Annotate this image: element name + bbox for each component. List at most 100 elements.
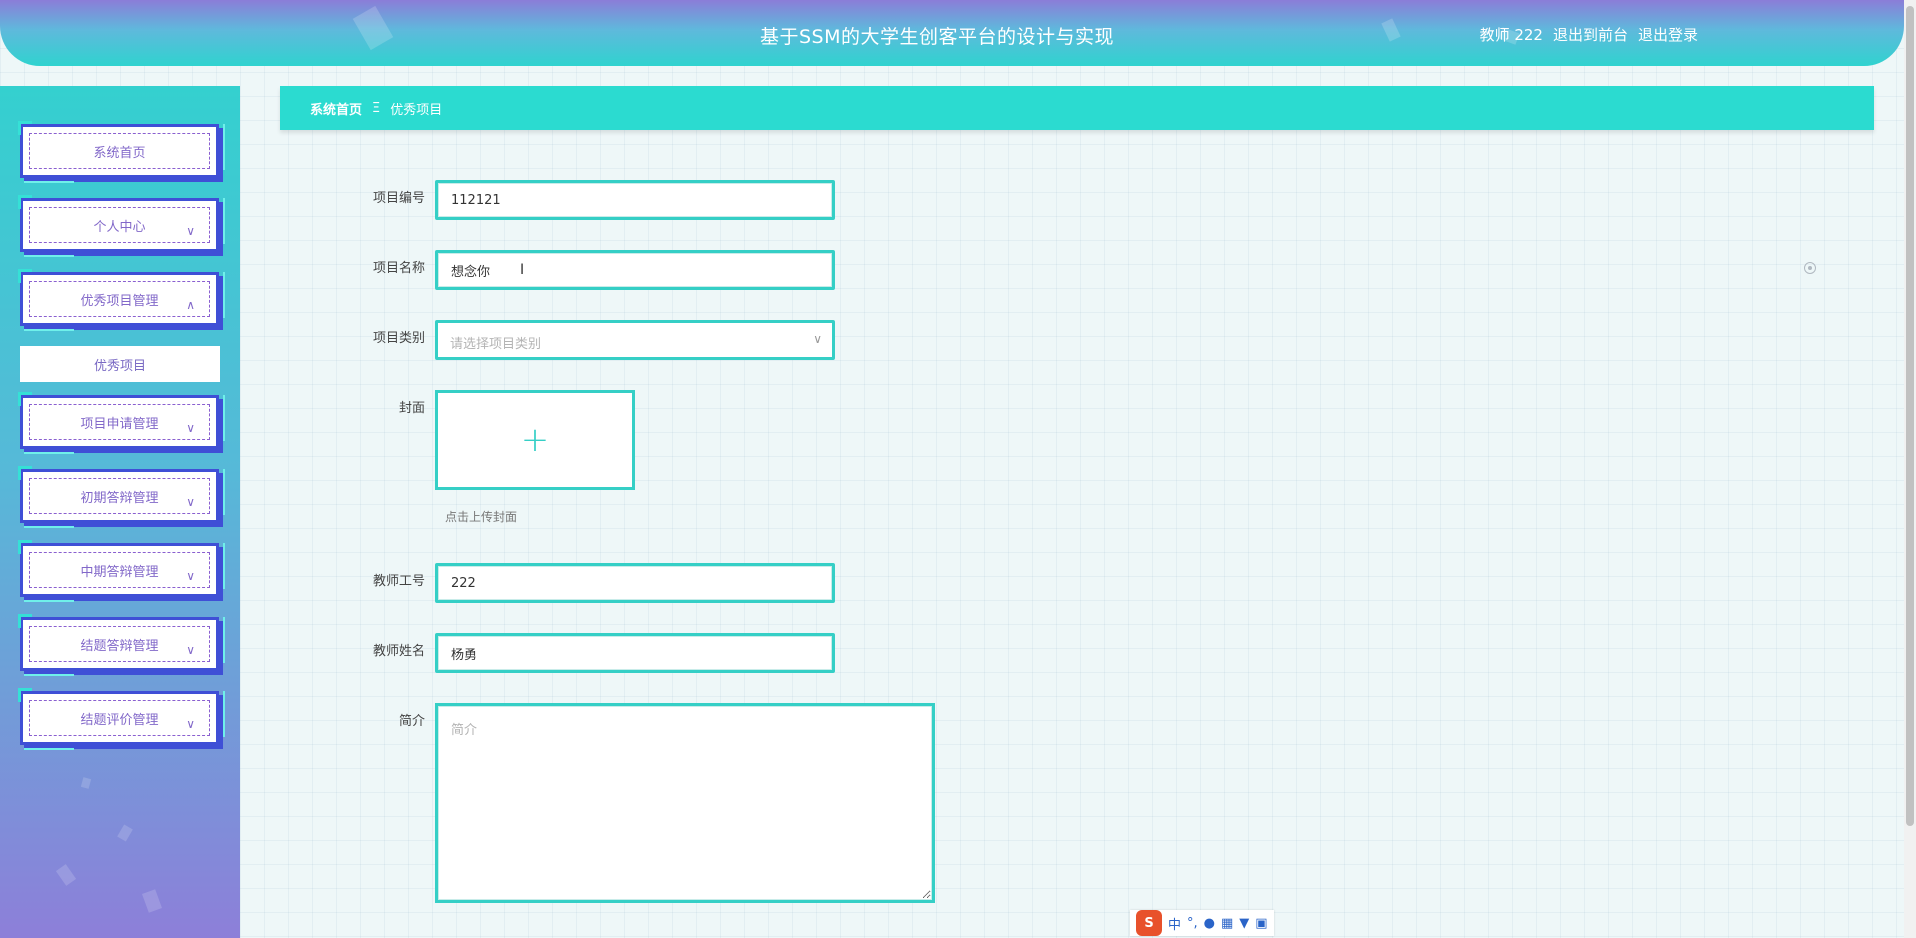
field-wrapper [435, 563, 835, 603]
form-row-teacher-no: 教师工号 [330, 563, 835, 603]
app-title: 基于SSM的大学生创客平台的设计与实现 [760, 26, 1115, 48]
line-decor [219, 469, 225, 515]
field-label: 项目编号 [372, 191, 425, 206]
ime-punctuation-toggle[interactable]: °, [1187, 916, 1198, 931]
field-label: 封面 [398, 401, 425, 416]
sidebar-item-project-application-mgmt[interactable]: 项目申请管理 ∨ [18, 392, 225, 455]
form-row-teacher-name: 教师姓名 [330, 633, 835, 673]
sidebar-item-label: 个人中心 [93, 219, 146, 235]
sidebar-item-label: 结题评价管理 [80, 712, 159, 728]
field-wrapper [435, 633, 835, 673]
sidebar-item-label: 中期答辩管理 [80, 564, 159, 580]
field-label: 教师工号 [372, 574, 425, 589]
sidebar-item-final-evaluation-mgmt[interactable]: 结题评价管理 ∨ [18, 688, 225, 751]
form-row-intro: 简介 [330, 703, 935, 903]
breadcrumb-home-link[interactable]: 系统首页 [310, 99, 362, 118]
microphone-icon[interactable]: ● [1204, 916, 1215, 931]
sidebar-item-personal-center[interactable]: 个人中心 ∨ [18, 195, 225, 258]
decor-shape [55, 864, 77, 886]
sidebar-item-final-defense-mgmt[interactable]: 结题答辩管理 ∨ [18, 614, 225, 677]
menu-inner: 个人中心 ∨ [29, 207, 210, 243]
teacher-name-input[interactable] [438, 636, 832, 670]
keyboard-icon[interactable]: ▦ [1221, 916, 1233, 931]
line-decor [24, 328, 74, 331]
menu-inner: 结题评价管理 ∨ [29, 700, 210, 736]
teacher-no-input[interactable] [438, 566, 832, 600]
sidebar-item-initial-defense-mgmt[interactable]: 初期答辩管理 ∨ [18, 466, 225, 529]
chevron-down-icon: ∨ [186, 569, 195, 583]
chevron-down-icon: ∨ [186, 717, 195, 731]
skin-icon[interactable]: ▼ [1239, 916, 1249, 931]
line-decor [24, 525, 74, 528]
menu-inner: 项目申请管理 ∨ [29, 404, 210, 440]
sidebar-item-label: 系统首页 [93, 145, 146, 161]
submenu-item-excellent-project[interactable]: 优秀项目 [20, 346, 220, 382]
field-label: 项目类别 [372, 331, 425, 346]
line-decor [24, 254, 74, 257]
menu-frame: 结题评价管理 ∨ [20, 691, 219, 745]
line-decor [219, 395, 225, 441]
corner-decor [18, 392, 32, 406]
corner-decor [18, 269, 32, 283]
menu-inner: 中期答辩管理 ∨ [29, 552, 210, 588]
close-circle-icon[interactable] [1804, 262, 1816, 274]
line-decor [219, 543, 225, 589]
line-decor [24, 180, 74, 183]
current-user: 教师 222 [1479, 26, 1543, 44]
menu-frame: 初期答辩管理 ∨ [20, 469, 219, 523]
user-bar: 教师 222 退出到前台 退出登录 [1480, 24, 1698, 45]
chevron-down-icon: ∨ [186, 643, 195, 657]
project-type-select[interactable]: 请选择项目类别 ∨ [435, 320, 835, 360]
scrollbar-thumb[interactable] [1906, 6, 1914, 826]
field-wrapper: I [435, 250, 835, 290]
form-row-project-type: 项目类别 请选择项目类别 ∨ [330, 320, 835, 360]
field-label: 简介 [398, 714, 425, 729]
decor-shape [1381, 18, 1401, 42]
corner-decor [18, 121, 32, 135]
scrollbar[interactable] [1904, 0, 1916, 938]
line-decor [24, 599, 74, 602]
intro-textarea[interactable] [438, 706, 932, 900]
sidebar-item-label: 优秀项目管理 [80, 293, 159, 309]
menu-frame: 优秀项目管理 ∧ [20, 272, 219, 326]
chevron-down-icon: ∨ [813, 332, 822, 346]
project-no-input[interactable] [438, 183, 832, 217]
corner-decor [18, 540, 32, 554]
exit-to-front-link[interactable]: 退出到前台 [1553, 24, 1628, 45]
decor-shape [80, 777, 92, 789]
sidebar-item-label: 初期答辩管理 [80, 490, 159, 506]
sidebar-item-label: 项目申请管理 [80, 416, 159, 432]
menu-frame: 结题答辩管理 ∨ [20, 617, 219, 671]
logout-link[interactable]: 退出登录 [1638, 24, 1698, 45]
select-placeholder: 请选择项目类别 [450, 337, 542, 352]
decor-shape [117, 824, 133, 842]
line-decor [219, 272, 225, 318]
ime-mode-toggle[interactable]: 中 [1168, 914, 1181, 933]
line-decor [219, 198, 225, 244]
form-row-cover: 封面 + [330, 390, 635, 490]
sidebar-item-midterm-defense-mgmt[interactable]: 中期答辩管理 ∨ [18, 540, 225, 603]
menu-inner: 初期答辩管理 ∨ [29, 478, 210, 514]
text-cursor-icon: I [520, 262, 525, 278]
chevron-up-icon: ∧ [186, 298, 195, 312]
sidebar-item-home[interactable]: 系统首页 [18, 121, 225, 184]
decor-shape [142, 889, 162, 913]
breadcrumb-current: 优秀项目 [390, 102, 443, 118]
form-row-project-no: 项目编号 [330, 180, 835, 220]
project-name-input[interactable] [438, 253, 832, 287]
breadcrumb: 系统首页 Ξ 优秀项目 [280, 86, 1874, 130]
cover-upload-box[interactable]: + [435, 390, 635, 490]
breadcrumb-separator-icon: Ξ [372, 100, 381, 116]
line-decor [24, 673, 74, 676]
sidebar-item-label: 结题答辩管理 [80, 638, 159, 654]
corner-decor [18, 195, 32, 209]
sidebar-item-excellent-project-mgmt[interactable]: 优秀项目管理 ∧ [18, 269, 225, 332]
grid-menu-icon[interactable]: ▣ [1255, 916, 1267, 931]
menu-inner: 系统首页 [29, 133, 210, 169]
ime-logo-icon: S [1136, 910, 1162, 936]
plus-icon: + [520, 420, 550, 460]
menu-inner: 结题答辩管理 ∨ [29, 626, 210, 662]
decor-shape [352, 5, 394, 51]
menu-frame: 系统首页 [20, 124, 219, 178]
field-wrapper [435, 703, 935, 903]
